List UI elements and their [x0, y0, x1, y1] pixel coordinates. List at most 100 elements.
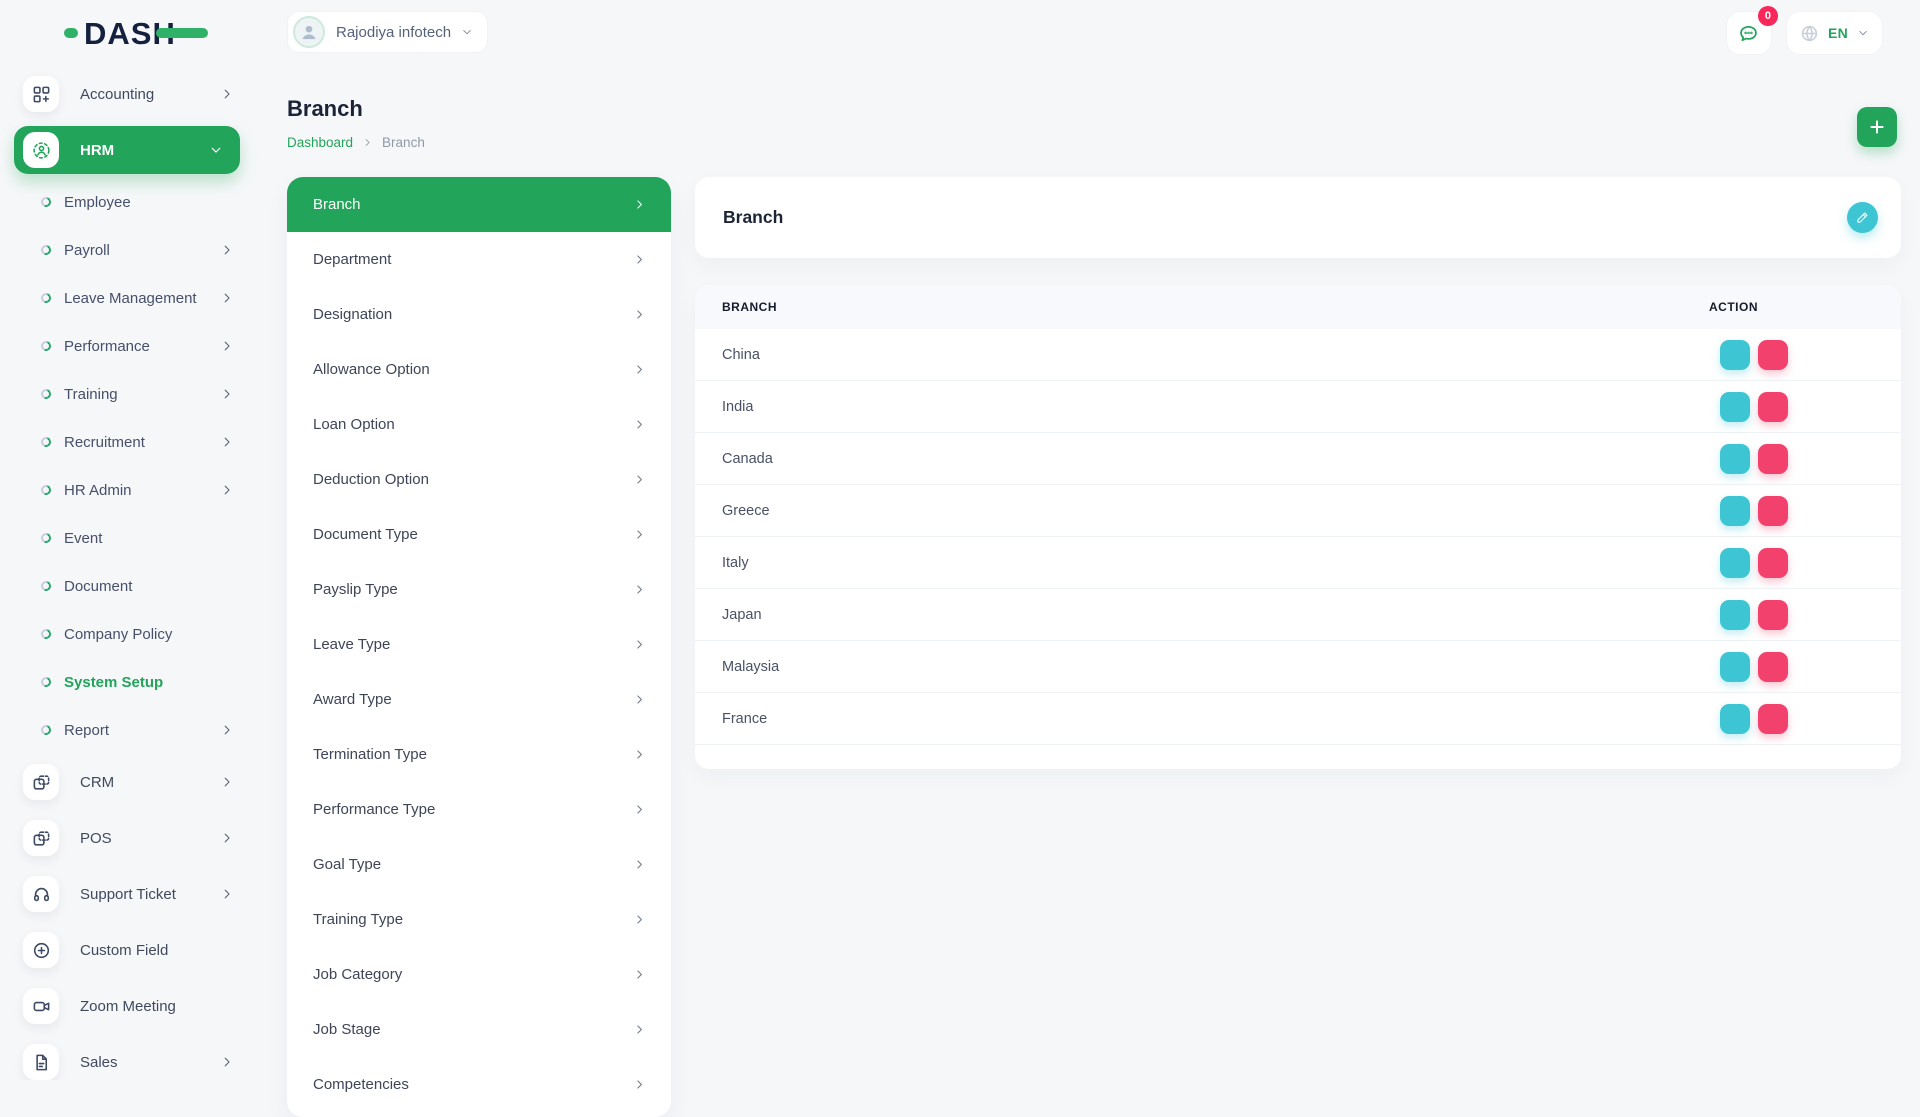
sidebar-item-crm[interactable]: CRM: [0, 754, 260, 810]
setup-menu-item-allowance-option[interactable]: Allowance Option: [287, 342, 671, 397]
setup-menu-item-department[interactable]: Department: [287, 232, 671, 287]
delete-row-button[interactable]: [1758, 444, 1788, 474]
sidebar-item-hrm[interactable]: HRM: [14, 126, 240, 174]
bullet-icon: [39, 579, 52, 592]
delete-row-button[interactable]: [1758, 652, 1788, 682]
setup-menu-item-label: Designation: [313, 306, 392, 323]
setup-menu-item-termination-type[interactable]: Termination Type: [287, 727, 671, 782]
bullet-icon: [39, 435, 52, 448]
setup-menu-item-label: Leave Type: [313, 636, 390, 653]
sidebar-item-label: Leave Management: [64, 290, 197, 307]
table-row: France: [695, 693, 1901, 745]
delete-row-button[interactable]: [1758, 548, 1788, 578]
delete-row-button[interactable]: [1758, 704, 1788, 734]
circle-plus-icon: [23, 932, 59, 968]
setup-menu-item-performance-type[interactable]: Performance Type: [287, 782, 671, 837]
globe-icon: [1800, 24, 1819, 43]
chevron-right-icon: [633, 858, 646, 871]
setup-menu-item-goal-type[interactable]: Goal Type: [287, 837, 671, 892]
setup-menu-item-label: Job Category: [313, 966, 402, 983]
setup-menu-item-leave-type[interactable]: Leave Type: [287, 617, 671, 672]
setup-menu-item-job-stage[interactable]: Job Stage: [287, 1002, 671, 1057]
sidebar-item-training[interactable]: Training: [0, 370, 260, 418]
delete-row-button[interactable]: [1758, 392, 1788, 422]
sidebar-item-zoom-meeting[interactable]: Zoom Meeting: [0, 978, 260, 1034]
sidebar-item-accounting[interactable]: Accounting: [0, 66, 260, 122]
workspace-selector[interactable]: Rajodiya infotech: [287, 11, 488, 53]
edit-row-button[interactable]: [1720, 600, 1750, 630]
bullet-icon: [39, 723, 52, 736]
add-branch-button[interactable]: [1857, 107, 1897, 147]
setup-menu-item-competencies[interactable]: Competencies: [287, 1057, 671, 1112]
sidebar-item-support-ticket[interactable]: Support Ticket: [0, 866, 260, 922]
sidebar-item-label: Payroll: [64, 242, 110, 259]
branch-name-cell: India: [695, 399, 1709, 415]
edit-row-button[interactable]: [1720, 392, 1750, 422]
setup-menu-item-award-type[interactable]: Award Type: [287, 672, 671, 727]
sidebar-item-document[interactable]: Document: [0, 562, 260, 610]
delete-row-button[interactable]: [1758, 600, 1788, 630]
setup-menu-item-label: Job Stage: [313, 1021, 381, 1038]
video-icon: [23, 988, 59, 1024]
sidebar-item-hr-admin[interactable]: HR Admin: [0, 466, 260, 514]
setup-menu-item-training-type[interactable]: Training Type: [287, 892, 671, 947]
sidebar-item-report[interactable]: Report: [0, 706, 260, 754]
breadcrumb-dashboard[interactable]: Dashboard: [287, 135, 353, 150]
setup-menu-item-label: Payslip Type: [313, 581, 398, 598]
sidebar-item-performance[interactable]: Performance: [0, 322, 260, 370]
sidebar-item-label: Accounting: [80, 86, 154, 103]
chevron-right-icon: [633, 528, 646, 541]
chevron-right-icon: [633, 1023, 646, 1036]
setup-menu-item-branch[interactable]: Branch: [287, 177, 671, 232]
brand-logo[interactable]: DASH: [64, 15, 208, 51]
sidebar-item-event[interactable]: Event: [0, 514, 260, 562]
setup-menu-item-designation[interactable]: Designation: [287, 287, 671, 342]
chevron-down-icon: [461, 26, 473, 38]
chevron-right-icon: [633, 913, 646, 926]
sidebar-item-recruitment[interactable]: Recruitment: [0, 418, 260, 466]
chevron-right-icon: [633, 968, 646, 981]
setup-menu-item-deduction-option[interactable]: Deduction Option: [287, 452, 671, 507]
sidebar-item-custom-field[interactable]: Custom Field: [0, 922, 260, 978]
chevron-right-icon: [220, 831, 234, 845]
edit-row-button[interactable]: [1720, 652, 1750, 682]
sidebar-item-payroll[interactable]: Payroll: [0, 226, 260, 274]
chevron-right-icon: [633, 693, 646, 706]
edit-row-button[interactable]: [1720, 496, 1750, 526]
edit-button[interactable]: [1847, 202, 1878, 233]
sidebar-item-label: System Setup: [64, 674, 163, 691]
sidebar-item-sales[interactable]: Sales: [0, 1034, 260, 1080]
edit-row-button[interactable]: [1720, 340, 1750, 370]
branch-name-cell: Canada: [695, 451, 1709, 467]
setup-menu-item-loan-option[interactable]: Loan Option: [287, 397, 671, 452]
cards-icon: [23, 820, 59, 856]
row-actions: [1709, 392, 1901, 422]
messages-button[interactable]: 0: [1726, 11, 1772, 55]
delete-row-button[interactable]: [1758, 496, 1788, 526]
setup-menu-item-job-category[interactable]: Job Category: [287, 947, 671, 1002]
column-header-branch: BRANCH: [695, 300, 1709, 314]
setup-menu-item-label: Competencies: [313, 1076, 409, 1093]
branch-name-cell: Italy: [695, 555, 1709, 571]
sidebar-item-company-policy[interactable]: Company Policy: [0, 610, 260, 658]
sidebar-item-system-setup[interactable]: System Setup: [0, 658, 260, 706]
sidebar-item-label: Zoom Meeting: [80, 998, 176, 1015]
edit-row-button[interactable]: [1720, 444, 1750, 474]
messages-badge: 0: [1758, 6, 1778, 26]
edit-row-button[interactable]: [1720, 548, 1750, 578]
sidebar-item-pos[interactable]: POS: [0, 810, 260, 866]
chevron-right-icon: [633, 473, 646, 486]
sidebar-item-leave-management[interactable]: Leave Management: [0, 274, 260, 322]
sidebar-item-label: Training: [64, 386, 118, 403]
sidebar-item-employee[interactable]: Employee: [0, 178, 260, 226]
chevron-right-icon: [220, 483, 234, 497]
branch-table: BRANCH ACTION China India Canada Greece …: [695, 285, 1901, 769]
setup-menu-item-document-type[interactable]: Document Type: [287, 507, 671, 562]
chevron-right-icon: [220, 339, 234, 353]
sidebar-item-label: HR Admin: [64, 482, 132, 499]
language-selector[interactable]: EN: [1786, 11, 1883, 55]
person-icon: [299, 22, 319, 42]
edit-row-button[interactable]: [1720, 704, 1750, 734]
setup-menu-item-payslip-type[interactable]: Payslip Type: [287, 562, 671, 617]
delete-row-button[interactable]: [1758, 340, 1788, 370]
